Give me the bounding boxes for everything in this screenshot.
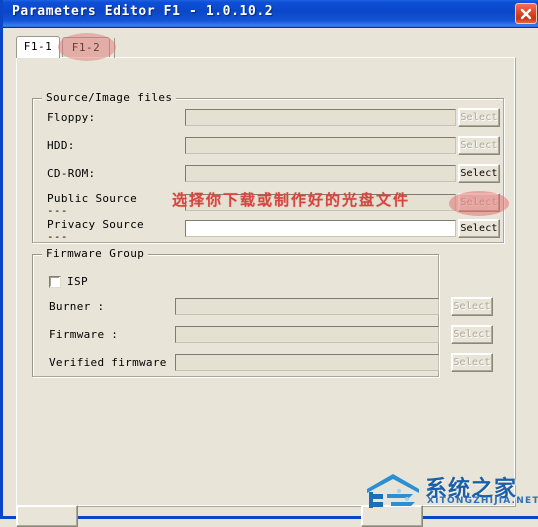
- field-floppy[interactable]: [185, 109, 456, 126]
- source-group-title: Source/Image files: [42, 91, 177, 104]
- select-button-privacy-source[interactable]: Select: [458, 219, 500, 238]
- select-button-firmware[interactable]: Select: [451, 325, 493, 344]
- label-privacy-source: Privacy Source ---: [47, 218, 144, 243]
- source-image-files-group: Source/Image files Floppy: Select HDD: S…: [32, 91, 504, 243]
- field-hdd[interactable]: [185, 137, 456, 154]
- label-floppy: Floppy:: [47, 111, 96, 124]
- field-firmware[interactable]: [175, 326, 439, 343]
- title-bar: Parameters Editor F1 - 1.0.10.2: [3, 0, 538, 28]
- field-cdrom[interactable]: [185, 165, 456, 182]
- tab-divider: [114, 38, 115, 58]
- select-button-burner[interactable]: Select: [451, 297, 493, 316]
- bottom-button-right[interactable]: [361, 505, 423, 527]
- client-area: F1-1 F1-2 Source/Image files Floppy: Sel…: [6, 28, 538, 527]
- label-verified-firmware: Verified firmware :: [49, 356, 181, 369]
- select-button-verified-firmware[interactable]: Select: [451, 353, 493, 372]
- field-privacy-source[interactable]: [185, 220, 456, 237]
- label-firmware: Firmware :: [49, 328, 119, 341]
- select-button-hdd[interactable]: Select: [458, 136, 500, 155]
- window-title: Parameters Editor F1 - 1.0.10.2: [12, 4, 274, 19]
- select-button-cdrom[interactable]: Select: [458, 164, 500, 183]
- close-button[interactable]: [515, 3, 537, 24]
- label-cdrom: CD-ROM:: [47, 167, 96, 180]
- label-hdd: HDD:: [47, 139, 75, 152]
- label-public-source: Public Source ---: [47, 192, 137, 217]
- label-burner: Burner :: [49, 300, 105, 313]
- application-window: Parameters Editor F1 - 1.0.10.2 F1-1 F1-…: [0, 0, 538, 527]
- tab-panel: Source/Image files Floppy: Select HDD: S…: [16, 57, 516, 507]
- field-verified-firmware[interactable]: [175, 354, 439, 371]
- select-button-floppy[interactable]: Select: [458, 108, 500, 127]
- firmware-group: Firmware Group ISP Burner : Select Firmw…: [32, 247, 493, 377]
- close-icon: [520, 8, 532, 20]
- tab-f1-1[interactable]: F1-1: [16, 36, 60, 58]
- select-button-public-source[interactable]: Select: [458, 193, 500, 212]
- tab-f1-2[interactable]: F1-2: [62, 37, 110, 57]
- isp-label: ISP: [67, 275, 89, 288]
- field-burner[interactable]: [175, 298, 439, 315]
- isp-checkbox[interactable]: [49, 276, 61, 288]
- bottom-button-left[interactable]: [16, 505, 78, 527]
- field-public-source[interactable]: [185, 194, 456, 211]
- firmware-group-title: Firmware Group: [42, 247, 149, 260]
